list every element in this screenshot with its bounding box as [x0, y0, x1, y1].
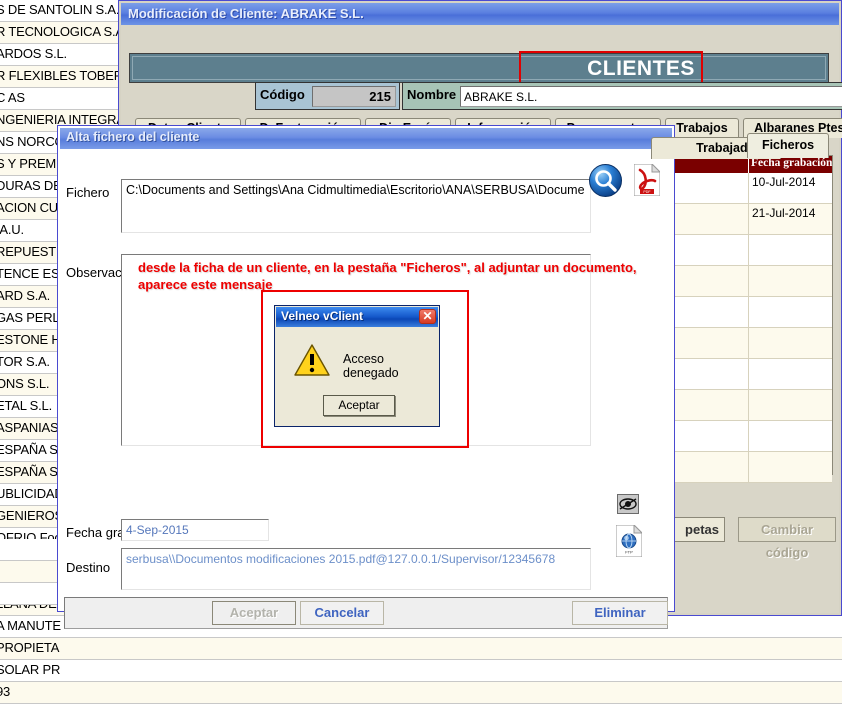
- pdf-file-icon[interactable]: PDF: [633, 162, 662, 197]
- nombre-value: ABRAKE S.L.: [464, 90, 538, 104]
- list-item-label: ONS S.L.: [0, 376, 50, 391]
- aceptar-button[interactable]: Aceptar: [323, 395, 395, 416]
- titlebar-velneo-vclient[interactable]: Velneo vClient ✕: [276, 307, 438, 327]
- codigo-label: Código: [260, 87, 305, 102]
- warning-triangle-icon: [294, 344, 330, 376]
- dialog-velneo-vclient[interactable]: Velneo vClient ✕ Acceso denegado Aceptar: [274, 305, 440, 427]
- list-item-label: GAS PERLI: [0, 310, 63, 325]
- table-row[interactable]: [668, 359, 832, 390]
- fecha-grabacion-input[interactable]: 4-Sep-2015: [121, 519, 269, 541]
- row-divider: [748, 204, 749, 235]
- dialog-title: Velneo vClient: [281, 309, 364, 323]
- ftp-file-icon[interactable]: FTP: [615, 523, 644, 558]
- table-row[interactable]: [668, 328, 832, 359]
- table-row[interactable]: [668, 297, 832, 328]
- list-item-label: UBLICIDAD: [0, 486, 64, 501]
- row-divider: [748, 297, 749, 328]
- row-divider: [748, 235, 749, 266]
- fichero-input[interactable]: C:\Documents and Settings\Ana Cidmultime…: [121, 179, 591, 233]
- cambiar-codigo-button[interactable]: Cambiar código: [738, 517, 836, 560]
- dialog-message-text: Acceso denegado: [343, 352, 399, 380]
- tab-trabajos[interactable]: Trabajos: [665, 118, 739, 138]
- codigo-value: 215: [369, 89, 391, 104]
- list-item[interactable]: PROPIETA: [0, 638, 842, 660]
- close-icon[interactable]: ✕: [419, 309, 436, 324]
- table-row[interactable]: 10-Jul-2014: [668, 173, 832, 204]
- list-item-label: 93: [0, 684, 11, 699]
- list-item-label: ACION CUI: [0, 200, 62, 215]
- window-title: Alta fichero del cliente: [66, 130, 200, 144]
- tab-ficheros[interactable]: Ficheros: [747, 133, 829, 158]
- table-row[interactable]: 21-Jul-2014: [668, 204, 832, 235]
- list-item-label: S DE SANTOLIN S.A.: [0, 2, 120, 17]
- codigo-field-group: Código 215: [255, 82, 400, 110]
- list-item-label: ARD S.A.: [0, 288, 51, 303]
- fecha-grabacion-label: Fecha gra: [66, 525, 125, 540]
- list-item-label: TOR S.A.: [0, 354, 50, 369]
- list-item-label: S Y PREMI: [0, 156, 60, 171]
- list-item-label: R TECNOLOGICA S.A.: [0, 24, 128, 39]
- cancelar-button[interactable]: Cancelar: [300, 601, 384, 625]
- annotation-text: desde la ficha de un cliente, en la pest…: [138, 260, 637, 292]
- destino-label: Destino: [66, 560, 111, 575]
- row-divider: [748, 328, 749, 359]
- list-item-label: ASPANIAS: [0, 420, 59, 435]
- preview-eye-icon[interactable]: [617, 494, 639, 514]
- list-item-label: ESTONE H: [0, 332, 61, 347]
- nombre-label: Nombre: [407, 87, 457, 102]
- list-item-label: C AS: [0, 90, 25, 105]
- nombre-input[interactable]: ABRAKE S.L.: [460, 86, 842, 107]
- table-row[interactable]: [668, 452, 832, 483]
- window-title: Modificación de Cliente: ABRAKE S.L.: [128, 6, 364, 21]
- ficheros-grid[interactable]: Fecha grabación 10-Jul-2014 21-Jul-2014: [667, 155, 833, 483]
- list-item-label: REPUEST: [0, 244, 57, 259]
- cell-fecha: 21-Jul-2014: [752, 206, 816, 220]
- list-item-label: DURAS DE: [0, 178, 62, 193]
- destino-value: serbusa\\Documentos modificaciones 2015.…: [126, 552, 556, 566]
- codigo-input[interactable]: 215: [312, 86, 396, 107]
- list-item-label: GENIEROS: [0, 508, 64, 523]
- svg-text:FTP: FTP: [625, 550, 633, 555]
- fecha-grabacion-value: 4-Sep-2015: [126, 523, 189, 537]
- observaciones-label: Observac: [66, 265, 122, 280]
- search-icon[interactable]: [589, 164, 622, 197]
- table-row[interactable]: [668, 266, 832, 297]
- list-item-label: ETAL S.L.: [0, 398, 53, 413]
- list-item-label: SOLAR PR: [0, 662, 61, 677]
- row-divider: [748, 390, 749, 421]
- svg-text:PDF: PDF: [643, 190, 651, 194]
- list-item-label: PROPIETA: [0, 640, 60, 655]
- row-divider: [748, 266, 749, 297]
- list-item[interactable]: SOLAR PR: [0, 660, 842, 682]
- list-item-label: ESPAÑA S: [0, 442, 58, 457]
- fichero-value: C:\Documents and Settings\Ana Cidmultime…: [126, 183, 585, 197]
- table-row[interactable]: [668, 390, 832, 421]
- titlebar-alta-fichero[interactable]: Alta fichero del cliente: [60, 128, 672, 149]
- clientes-banner-highlight: [519, 51, 703, 85]
- list-item-label: ESPAÑA S: [0, 464, 58, 479]
- row-divider: [748, 173, 749, 204]
- cell-fecha: 10-Jul-2014: [752, 175, 816, 189]
- table-row[interactable]: [668, 421, 832, 452]
- table-row[interactable]: [668, 235, 832, 266]
- titlebar-modificacion-cliente[interactable]: Modificación de Cliente: ABRAKE S.L.: [121, 3, 839, 25]
- nombre-field-group: Nombre ABRAKE S.L.: [402, 82, 842, 110]
- list-item-label: A MANUTE: [0, 618, 61, 633]
- list-item[interactable]: 93: [0, 682, 842, 704]
- row-divider: [748, 359, 749, 390]
- fichero-label: Fichero: [66, 185, 110, 200]
- row-divider: [748, 421, 749, 452]
- aceptar-button[interactable]: Aceptar: [212, 601, 296, 625]
- destino-input[interactable]: serbusa\\Documentos modificaciones 2015.…: [121, 548, 591, 590]
- list-item-label: R FLEXIBLES TOBEPAL: [0, 68, 137, 83]
- list-item-label: ARDOS S.L.: [0, 46, 67, 61]
- row-divider: [748, 452, 749, 483]
- eliminar-button[interactable]: Eliminar: [572, 601, 668, 625]
- list-item-label: .A.U.: [0, 222, 24, 237]
